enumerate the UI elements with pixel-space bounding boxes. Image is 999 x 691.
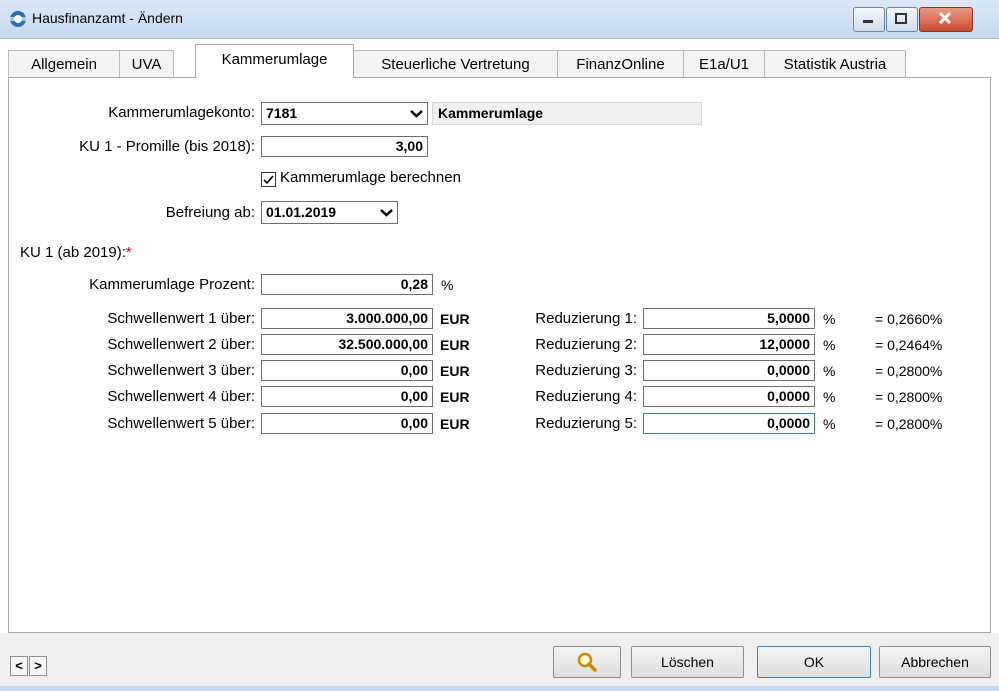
tab-allgemein[interactable]: Allgemein [8, 50, 120, 77]
tab-kammerumlage[interactable]: Kammerumlage [195, 44, 354, 78]
reduzierung-5-label: Reduzierung 5: [535, 415, 637, 432]
reduzierung-2-result: = 0,2464% [875, 337, 943, 353]
reduzierung-5-result: = 0,2800% [875, 416, 943, 432]
previous-record-button[interactable]: < [10, 656, 28, 676]
reduzierung-1-result: = 0,2660% [875, 311, 943, 327]
schwellenwert-2-unit: EUR [440, 337, 470, 353]
konto-value: 7181 [266, 105, 298, 121]
chevron-down-icon[interactable] [408, 105, 425, 122]
checkbox-label: Kammerumlage berechnen [280, 169, 461, 186]
reduzierung-3-result: = 0,2800% [875, 363, 943, 379]
prozent-label: Kammerumlage Prozent: [89, 276, 255, 293]
tab-statistik-austria[interactable]: Statistik Austria [764, 50, 906, 77]
konto-name-field: Kammerumlage [432, 102, 702, 125]
checkbox-checked-icon [261, 172, 276, 187]
reduzierung-4-label: Reduzierung 4: [535, 388, 637, 405]
next-record-button[interactable]: > [29, 656, 47, 676]
tab-steuerliche-vertretung[interactable]: Steuerliche Vertretung [353, 50, 558, 77]
minimize-icon [863, 20, 873, 23]
reduzierung-2-unit: % [823, 337, 836, 353]
schwellenwert-3-label: Schwellenwert 3 über: [107, 362, 255, 379]
reduzierung-1-label: Reduzierung 1: [535, 310, 637, 327]
minimize-button[interactable] [853, 7, 885, 32]
window-title: Hausfinanzamt - Ändern [32, 10, 183, 26]
chevron-down-icon[interactable] [378, 204, 395, 221]
konto-combo[interactable]: 7181 [261, 102, 428, 125]
prozent-unit: % [441, 277, 454, 293]
title-bar: Hausfinanzamt - Ändern [0, 0, 999, 39]
schwellenwert-5-unit: EUR [440, 416, 470, 432]
prozent-input[interactable]: 0,28 [261, 274, 433, 295]
promille-input[interactable]: 3,00 [261, 136, 428, 157]
schwellenwert-4-unit: EUR [440, 389, 470, 405]
schwellenwert-3-input[interactable]: 0,00 [261, 360, 433, 381]
bottom-border [0, 686, 999, 691]
reduzierung-4-unit: % [823, 389, 836, 405]
ku1-heading: KU 1 (ab 2019):* [20, 244, 132, 261]
reduzierung-4-result: = 0,2800% [875, 389, 943, 405]
befreiung-date-picker[interactable]: 01.01.2019 [261, 201, 398, 224]
cancel-button[interactable]: Abbrechen [879, 646, 991, 678]
schwellenwert-3-unit: EUR [440, 363, 470, 379]
schwellenwert-2-input[interactable]: 32.500.000,00 [261, 334, 433, 355]
schwellenwert-1-unit: EUR [440, 311, 470, 327]
close-icon [938, 11, 952, 25]
schwellenwert-4-input[interactable]: 0,00 [261, 386, 433, 407]
reduzierung-5-input[interactable]: 0,0000 [643, 413, 815, 434]
ok-button[interactable]: OK [757, 646, 871, 678]
befreiung-label: Befreiung ab: [165, 204, 255, 221]
search-button[interactable] [553, 646, 621, 678]
schwellenwert-5-input[interactable]: 0,00 [261, 413, 433, 434]
schwellenwert-4-label: Schwellenwert 4 über: [107, 388, 255, 405]
tab-bar: Allgemein UVA Kammerumlage Steuerliche V… [8, 44, 991, 78]
close-button[interactable] [919, 7, 973, 32]
schwellenwert-5-label: Schwellenwert 5 über: [107, 415, 255, 432]
reduzierung-1-unit: % [823, 311, 836, 327]
tab-uva[interactable]: UVA [119, 50, 174, 77]
schwellenwert-1-label: Schwellenwert 1 über: [107, 310, 255, 327]
reduzierung-2-label: Reduzierung 2: [535, 336, 637, 353]
schwellenwert-1-input[interactable]: 3.000.000,00 [261, 308, 433, 329]
maximize-button[interactable] [886, 7, 918, 32]
promille-label: KU 1 - Promille (bis 2018): [79, 138, 255, 155]
reduzierung-3-unit: % [823, 363, 836, 379]
tab-e1a-u1[interactable]: E1a/U1 [683, 50, 765, 77]
delete-button[interactable]: Löschen [631, 646, 744, 678]
reduzierung-4-input[interactable]: 0,0000 [643, 386, 815, 407]
schwellenwert-2-label: Schwellenwert 2 über: [107, 336, 255, 353]
tab-finanzonline[interactable]: FinanzOnline [557, 50, 684, 77]
reduzierung-3-label: Reduzierung 3: [535, 362, 637, 379]
reduzierung-1-input[interactable]: 5,0000 [643, 308, 815, 329]
reduzierung-2-input[interactable]: 12,0000 [643, 334, 815, 355]
magnifier-icon [577, 652, 597, 672]
app-icon [10, 11, 26, 27]
tab-panel [8, 77, 991, 633]
befreiung-value: 01.01.2019 [266, 204, 337, 220]
ku1-heading-text: KU 1 (ab 2019): [20, 244, 126, 261]
required-mark: * [125, 244, 132, 261]
reduzierung-5-unit: % [823, 416, 836, 432]
maximize-icon [895, 13, 907, 24]
konto-label: Kammerumlagekonto: [108, 104, 255, 121]
reduzierung-3-input[interactable]: 0,0000 [643, 360, 815, 381]
